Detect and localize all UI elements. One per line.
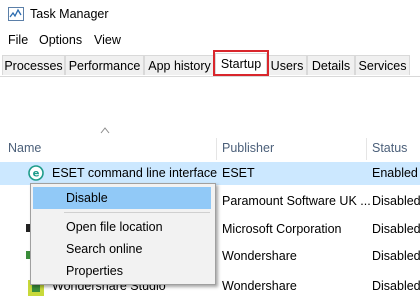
eset-icon: e (28, 165, 44, 181)
menu-bar: File Options View (0, 30, 420, 50)
context-menu-disable[interactable]: Disable (33, 187, 211, 209)
context-menu: Disable Open file location Search online… (30, 183, 216, 285)
context-menu-label: Search online (66, 242, 143, 256)
menu-file[interactable]: File (8, 33, 28, 47)
context-menu-label: Disable (66, 191, 108, 205)
task-manager-icon (8, 7, 24, 21)
row-status: Disabled (372, 249, 420, 263)
tab-users[interactable]: Users (267, 55, 307, 75)
row-status: Enabled (372, 166, 418, 180)
column-status[interactable]: Status (372, 141, 407, 155)
context-menu-properties[interactable]: Properties (33, 260, 211, 282)
context-menu-separator (64, 212, 210, 213)
row-status: Disabled (372, 222, 420, 236)
row-publisher: ESET (222, 166, 255, 180)
column-name[interactable]: Name (8, 141, 41, 155)
title-bar: Task Manager (0, 0, 420, 30)
startup-tab-highlight (213, 50, 269, 76)
context-menu-search-online[interactable]: Search online (33, 238, 211, 260)
menu-view[interactable]: View (94, 33, 121, 47)
menu-options[interactable]: Options (39, 33, 82, 47)
column-divider[interactable] (216, 138, 217, 160)
column-divider[interactable] (366, 138, 367, 160)
tab-services[interactable]: Services (355, 55, 410, 75)
tab-app-history[interactable]: App history (144, 55, 215, 75)
sort-ascending-icon[interactable] (100, 126, 110, 134)
row-status: Disabled (372, 194, 420, 208)
context-menu-label: Open file location (66, 220, 163, 234)
tab-performance[interactable]: Performance (65, 55, 144, 75)
column-publisher[interactable]: Publisher (222, 141, 274, 155)
table-row[interactable]: e ESET command line interface ESET Enabl… (0, 162, 420, 185)
tab-processes[interactable]: Processes (2, 55, 65, 75)
row-publisher: Wondershare (222, 279, 297, 293)
row-name: ESET command line interface (52, 166, 218, 180)
context-menu-label: Properties (66, 264, 123, 278)
window-title: Task Manager (30, 7, 109, 21)
tab-bar: Processes Performance App history Startu… (0, 52, 420, 77)
context-menu-open-file-location[interactable]: Open file location (33, 216, 211, 238)
row-publisher: Microsoft Corporation (222, 222, 342, 236)
row-status: Disabled (372, 279, 420, 293)
tab-details[interactable]: Details (307, 55, 355, 75)
svg-text:e: e (33, 169, 40, 180)
row-publisher: Paramount Software UK ... (222, 194, 371, 208)
row-publisher: Wondershare (222, 249, 297, 263)
column-header: Name Publisher Status (0, 138, 420, 160)
